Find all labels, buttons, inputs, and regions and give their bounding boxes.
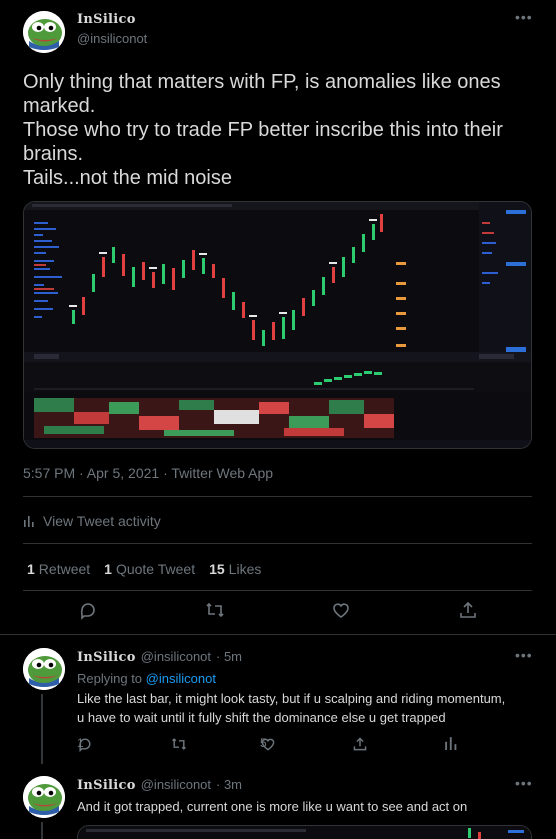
tweet-timestamp[interactable]: 5:57 PM · Apr 5, 2021 · Twitter Web App	[23, 465, 273, 481]
author-name[interactable]: InSilico	[77, 12, 136, 27]
likes-stat[interactable]: 15 Likes	[209, 561, 261, 577]
more-icon[interactable]: •••	[515, 9, 533, 25]
author-name[interactable]: InSilico	[77, 650, 136, 665]
like-button[interactable]: 5	[260, 736, 276, 752]
author-name[interactable]: InSilico	[77, 778, 136, 793]
avatar[interactable]	[23, 648, 65, 690]
author-handle[interactable]: @insiliconot	[141, 649, 211, 664]
tweet-line: Only thing that matters with FP, is anom…	[23, 71, 501, 93]
avatar[interactable]	[23, 11, 65, 53]
analytics-icon	[24, 516, 34, 527]
tweet-line: marked.	[23, 95, 96, 117]
author-handle[interactable]: @insiliconot	[141, 777, 211, 792]
likes-count: 15	[209, 561, 225, 577]
author-handle[interactable]: @insiliconot	[77, 31, 147, 46]
reply-text: Like the last bar, it might look tasty, …	[77, 689, 505, 727]
retweets-label: Retweet	[38, 561, 91, 577]
pepe-avatar-icon	[23, 11, 65, 53]
reply-time[interactable]: · 3m	[216, 777, 242, 792]
share-icon[interactable]	[458, 600, 478, 625]
divider	[0, 634, 556, 635]
reply-chart-image[interactable]	[77, 825, 532, 839]
tweet-line: brains.	[23, 143, 84, 165]
avatar[interactable]	[23, 776, 65, 818]
footprint-chart-image	[78, 826, 531, 839]
reply-header: InSilico @insiliconot · 5m	[77, 649, 242, 665]
reply-time[interactable]: · 5m	[216, 649, 242, 664]
view-activity-link[interactable]: View Tweet activity	[23, 513, 161, 529]
pepe-avatar-icon	[23, 648, 65, 690]
tweet-stats: 1 Retweet 1 Quote Tweet 15 Likes	[27, 561, 261, 577]
share-button[interactable]	[352, 736, 368, 752]
reply-button[interactable]: 1	[77, 736, 93, 752]
tweet-line: Those who try to trade FP better inscrib…	[23, 119, 503, 141]
replying-to-handle[interactable]: @insiliconot	[146, 671, 216, 686]
view-activity-label: View Tweet activity	[43, 513, 161, 529]
quotes-count: 1	[104, 561, 112, 577]
retweet-icon	[172, 738, 186, 750]
tweet-text: Only thing that matters with FP, is anom…	[23, 70, 543, 190]
share-icon	[353, 737, 367, 751]
more-icon[interactable]: •••	[515, 775, 533, 791]
retweets-stat[interactable]: 1 Retweet	[27, 561, 90, 577]
chart-screenshot-image[interactable]	[23, 201, 532, 449]
retweet-button[interactable]	[170, 736, 188, 752]
more-icon[interactable]: •••	[515, 647, 533, 663]
reply-icon[interactable]	[78, 600, 98, 625]
reply-text: And it got trapped, current one is more …	[77, 797, 467, 816]
tweet-line: Tails...not the mid noise	[23, 167, 232, 189]
replying-to-label: Replying to	[77, 671, 143, 686]
likes-label: Likes	[228, 561, 262, 577]
analytics-button[interactable]	[444, 736, 458, 750]
divider	[23, 496, 532, 497]
divider	[23, 543, 532, 544]
like-icon[interactable]	[331, 600, 351, 625]
tweet-actions	[0, 600, 556, 624]
replying-to: Replying to @insiliconot	[77, 671, 216, 686]
pepe-avatar-icon	[23, 776, 65, 818]
divider	[23, 590, 532, 591]
reply-line: Like the last bar, it might look tasty, …	[77, 691, 506, 706]
retweets-count: 1	[27, 561, 35, 577]
reply-line: And it got trapped, current one is more …	[77, 799, 468, 814]
quotes-label: Quote Tweet	[115, 561, 196, 577]
reply-header: InSilico @insiliconot · 3m	[77, 777, 242, 793]
like-count: 5	[260, 736, 267, 750]
analytics-icon	[445, 737, 457, 750]
reply-actions: 1 5	[0, 736, 556, 754]
retweet-icon[interactable]	[204, 600, 226, 625]
thread-line	[41, 822, 43, 839]
footprint-chart-image	[24, 202, 531, 448]
quotes-stat[interactable]: 1 Quote Tweet	[104, 561, 195, 577]
reply-count: 1	[77, 736, 84, 750]
reply-line: u have to wait until it fully shift the …	[77, 710, 446, 725]
